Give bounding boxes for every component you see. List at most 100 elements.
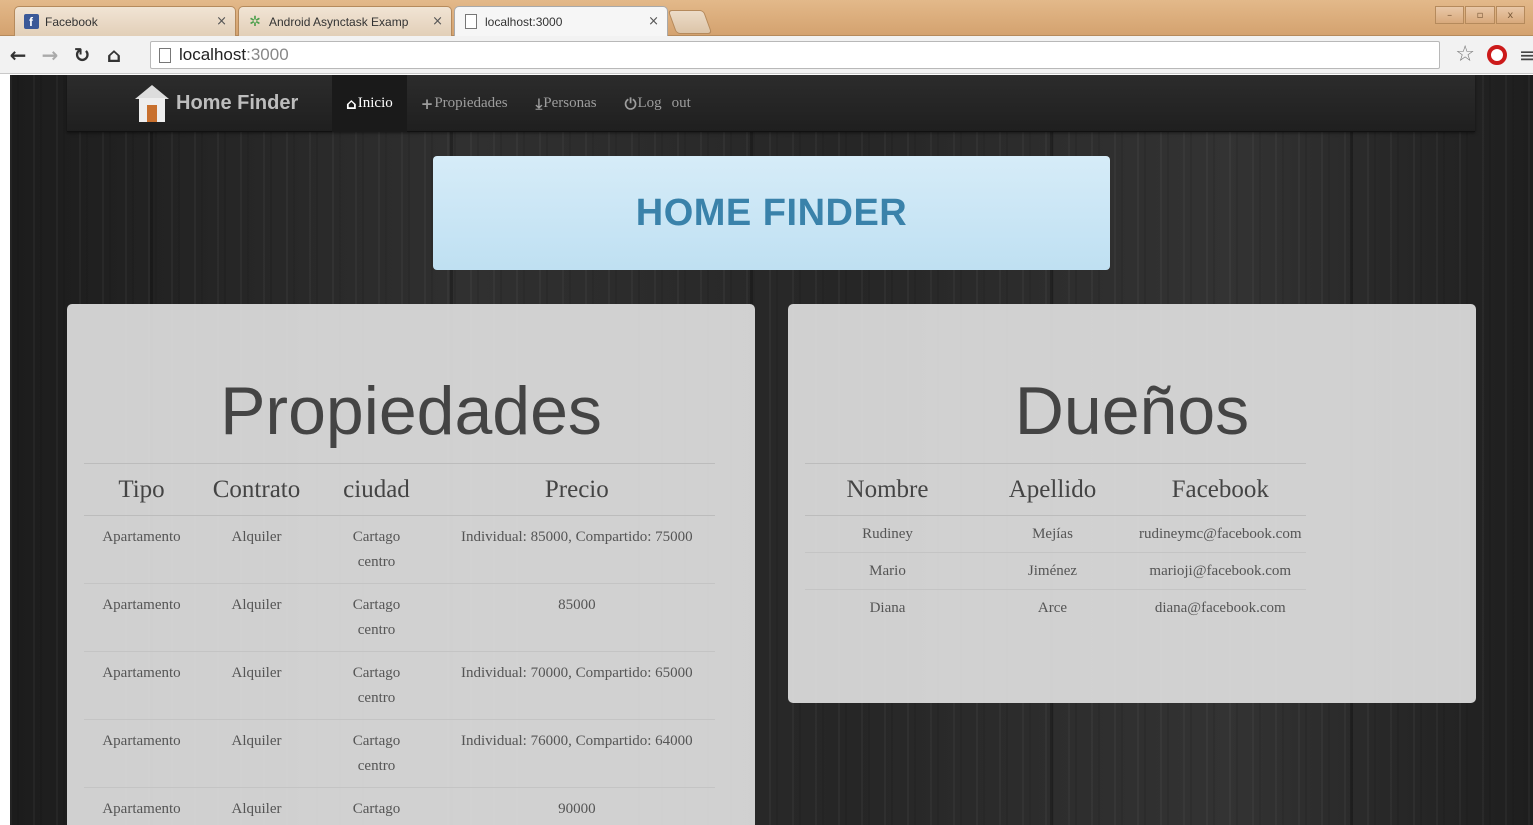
cell-precio: 85000 xyxy=(439,583,715,652)
cell-facebook: marioji@facebook.com xyxy=(1135,552,1306,590)
forward-button[interactable]: → xyxy=(36,41,64,69)
table-header-row: Tipo Contrato ciudad Precio xyxy=(84,463,715,516)
new-tab-button[interactable] xyxy=(667,10,713,34)
house-logo-icon xyxy=(135,84,169,123)
close-window-button[interactable]: x xyxy=(1495,6,1525,24)
back-button[interactable]: ← xyxy=(4,41,32,69)
tab-facebook[interactable]: f Facebook × xyxy=(14,6,236,36)
table-row: Rudiney Mejías rudineymc@facebook.com xyxy=(805,515,1306,553)
table-row: Apartamento Alquiler Cartago centro Indi… xyxy=(84,651,715,720)
page-icon xyxy=(463,14,479,30)
cell-facebook: diana@facebook.com xyxy=(1154,600,1286,616)
forward-arrow-icon: → xyxy=(41,42,59,67)
cell-precio: 90000 xyxy=(439,787,715,825)
close-tab-icon[interactable]: × xyxy=(432,14,443,29)
close-tab-icon[interactable]: × xyxy=(216,14,227,29)
opera-icon[interactable] xyxy=(1487,44,1507,65)
nav-links: ⌂ Inicio + Propiedades ⤓ Personas ⏻ Log … xyxy=(332,75,705,132)
hero-title: HOME FINDER xyxy=(635,191,908,234)
cell-precio: Individual: 70000, Compartido: 65000 xyxy=(439,651,715,720)
nav-label: Propiedades xyxy=(434,95,508,111)
cell-ciudad: Cartago centro xyxy=(314,719,439,788)
tab-title: localhost:3000 xyxy=(485,14,563,29)
tab-localhost[interactable]: localhost:3000 × xyxy=(454,6,668,36)
propiedades-table: Tipo Contrato ciudad Precio Apartamento … xyxy=(84,463,715,825)
column-header: ciudad xyxy=(314,463,439,516)
reload-icon: ↻ xyxy=(73,42,91,67)
browser-toolbar: ← → ↻ ⌂ localhost:3000 ☆ ≡ xyxy=(0,36,1533,74)
tab-title: Facebook xyxy=(45,14,98,29)
window-controls: – ▫ x xyxy=(1435,6,1525,24)
column-header: Apellido xyxy=(970,463,1135,516)
close-tab-icon[interactable]: × xyxy=(648,14,659,29)
menu-icon[interactable]: ≡ xyxy=(1519,43,1533,67)
cell-nombre: Rudiney xyxy=(805,515,970,553)
cell-apellido: Jiménez xyxy=(970,552,1135,590)
facebook-icon: f xyxy=(23,14,39,30)
nav-item-personas[interactable]: ⤓ Personas xyxy=(522,75,611,132)
column-header: Precio xyxy=(439,463,715,516)
page-icon xyxy=(159,47,171,63)
column-header: Contrato xyxy=(199,463,314,516)
cell-tipo: Apartamento xyxy=(84,583,199,652)
table-row: Apartamento Alquiler Cartago centro Indi… xyxy=(84,719,715,788)
cell-contrato: Alquiler xyxy=(199,719,314,788)
cell-precio: Individual: 85000, Compartido: 75000 xyxy=(439,515,715,584)
reload-button[interactable]: ↻ xyxy=(68,41,96,69)
panel-title: Dueños xyxy=(1014,373,1250,449)
cell-ciudad: Cartago centro xyxy=(314,583,439,652)
column-header: Nombre xyxy=(805,463,970,516)
duenos-table: Nombre Apellido Facebook Rudiney Mejías … xyxy=(805,463,1306,626)
address-bar[interactable]: localhost:3000 xyxy=(150,41,1440,69)
cell-nombre: Diana xyxy=(869,600,906,616)
android-icon: ✲ xyxy=(249,13,261,30)
cell-contrato: Alquiler xyxy=(199,515,314,584)
nav-label: Log xyxy=(637,95,662,111)
nav-label: Inicio xyxy=(357,95,393,111)
table-row: Diana Arce diana@facebook.com xyxy=(805,590,1306,627)
cell-contrato: Alquiler xyxy=(199,787,314,825)
cell-ciudad: Cartago centro xyxy=(314,787,439,825)
browser-tab-strip: f Facebook × ✲ Android Asynctask Examp ×… xyxy=(0,0,1533,36)
cell-apellido: Arce xyxy=(1037,600,1068,616)
tab-android-asynctask[interactable]: ✲ Android Asynctask Examp × xyxy=(238,6,452,36)
hero-banner: HOME FINDER xyxy=(433,156,1110,270)
cell-tipo: Apartamento xyxy=(84,651,199,720)
url-host: localhost xyxy=(179,45,247,64)
cell-contrato: Alquiler xyxy=(199,651,314,720)
cell-contrato: Alquiler xyxy=(199,583,314,652)
nav-item-propiedades[interactable]: + Propiedades xyxy=(407,75,522,132)
tab-title: Android Asynctask Examp xyxy=(269,14,409,29)
back-arrow-icon: ← xyxy=(9,42,27,67)
site-navbar: Home Finder ⌂ Inicio + Propiedades ⤓ Per… xyxy=(67,75,1475,132)
nav-item-logout[interactable]: ⏻ Log out xyxy=(611,75,705,132)
cell-tipo: Apartamento xyxy=(84,719,199,788)
table-row: Apartamento Alquiler Cartago centro 9000… xyxy=(84,787,715,825)
column-header: Tipo xyxy=(84,463,199,516)
url-port: :3000 xyxy=(246,45,289,64)
bookmark-star-icon[interactable]: ☆ xyxy=(1455,42,1475,67)
cell-ciudad: Cartago centro xyxy=(314,651,439,720)
page-left-edge xyxy=(0,75,10,825)
home-button[interactable]: ⌂ xyxy=(100,41,128,69)
cell-nombre: Mario xyxy=(805,552,970,590)
brand-text: Home Finder xyxy=(176,92,299,114)
home-icon: ⌂ xyxy=(346,94,357,113)
nav-label-suffix: out xyxy=(671,95,691,111)
cell-facebook: rudineymc@facebook.com xyxy=(1135,515,1306,553)
page-viewport: Home Finder ⌂ Inicio + Propiedades ⤓ Per… xyxy=(10,75,1533,825)
plus-icon: + xyxy=(420,94,434,113)
panel-title: Propiedades xyxy=(220,373,602,449)
duenos-panel: Dueños Nombre Apellido Facebook Rudiney … xyxy=(788,304,1476,703)
maximize-button[interactable]: ▫ xyxy=(1465,6,1495,24)
column-header: Facebook xyxy=(1135,463,1306,516)
brand[interactable]: Home Finder xyxy=(135,75,298,132)
table-row: Mario Jiménez marioji@facebook.com xyxy=(805,552,1306,590)
minimize-button[interactable]: – xyxy=(1435,6,1465,24)
table-row: Apartamento Alquiler Cartago centro 8500… xyxy=(84,583,715,652)
home-icon: ⌂ xyxy=(106,42,122,67)
propiedades-panel: Propiedades Tipo Contrato ciudad Precio … xyxy=(67,304,755,825)
nav-item-inicio[interactable]: ⌂ Inicio xyxy=(332,75,407,132)
cell-precio: Individual: 76000, Compartido: 64000 xyxy=(439,719,715,788)
cell-ciudad: Cartago centro xyxy=(314,515,439,584)
